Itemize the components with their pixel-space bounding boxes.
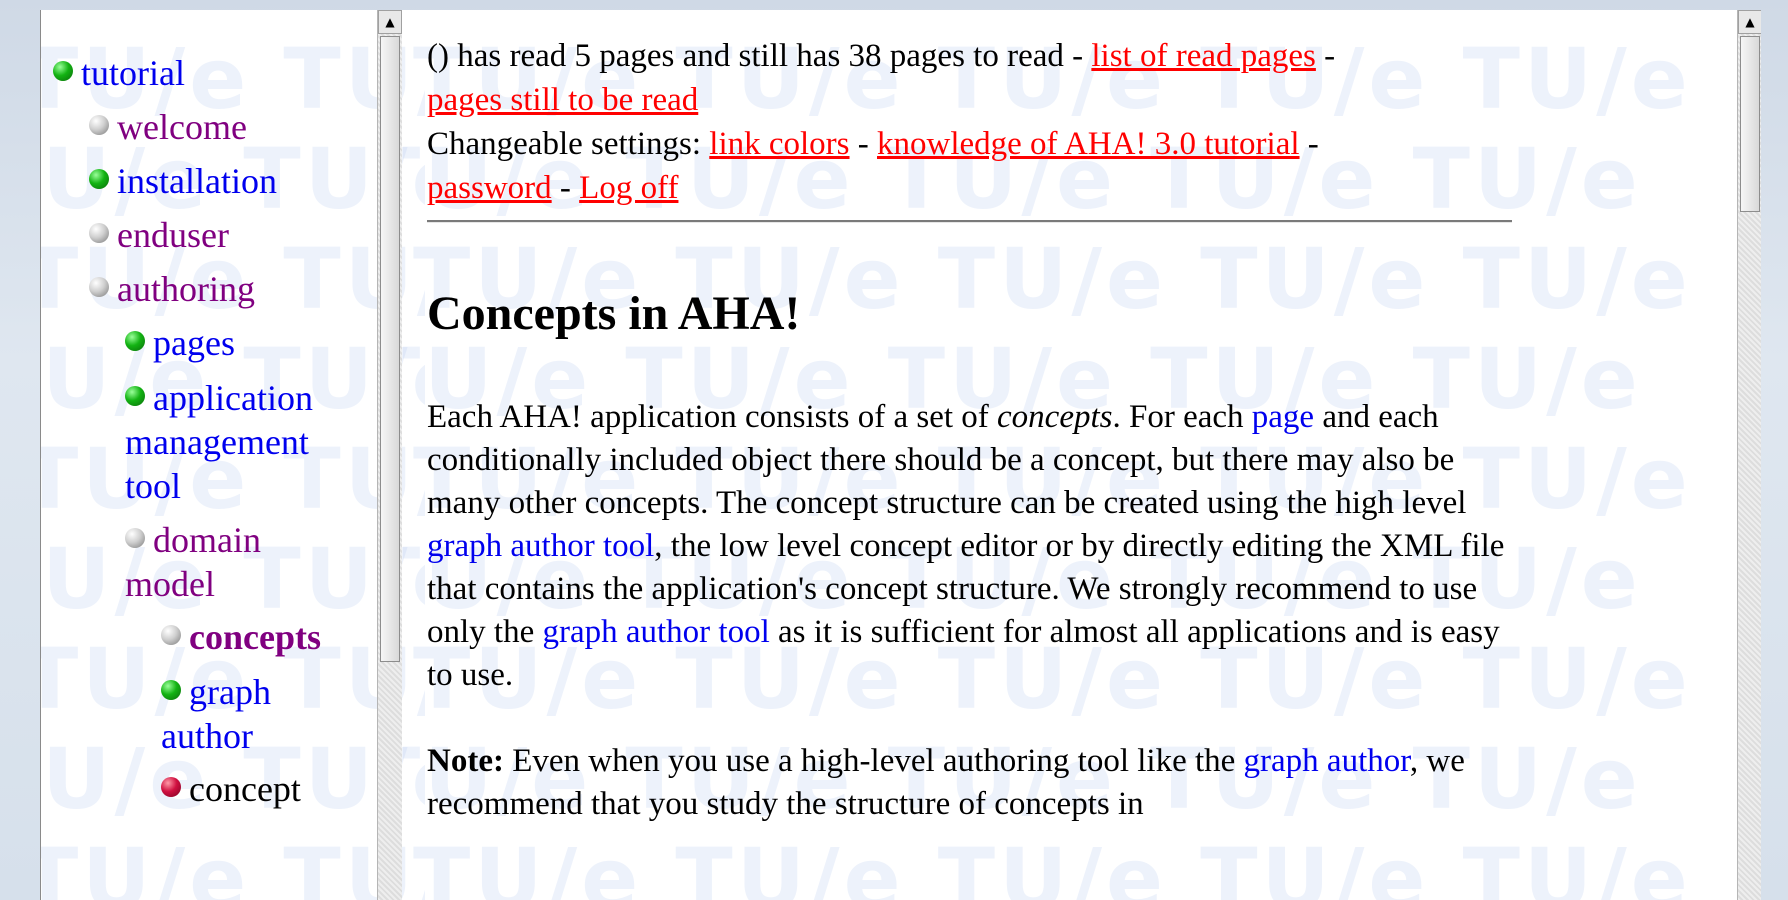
tree-item-welcome[interactable]: welcome <box>89 100 423 154</box>
browser-frame: TU/e TU/e TU/e TU/e TU/e TU/e TU/e TU/e … <box>40 10 1761 900</box>
green-bullet-icon <box>125 386 145 406</box>
tree-item-label: installation <box>117 161 277 201</box>
graph-author-link[interactable]: graph author <box>1244 743 1410 779</box>
separator: - <box>1315 38 1336 74</box>
tree-item-graph-author[interactable]: graph author <box>125 664 321 762</box>
note-paragraph: Note: Even when you use a high-level aut… <box>427 740 1527 826</box>
separator: - <box>551 170 580 206</box>
green-bullet-icon <box>53 61 73 81</box>
tree-item-domain-model[interactable]: domain model <box>89 512 355 610</box>
navigation-pane: TU/e TU/e TU/e TU/e TU/e TU/e TU/e TU/e … <box>41 10 425 900</box>
reading-progress-text: () has read 5 pages and still has 38 pag… <box>427 38 1092 74</box>
note-label: Note: <box>427 743 504 779</box>
scroll-up-arrow-icon[interactable]: ▲ <box>1738 10 1761 34</box>
password-link[interactable]: password <box>427 170 552 206</box>
graph-author-tool-link[interactable]: graph author tool <box>542 614 769 650</box>
graph-author-tool-link[interactable]: graph author tool <box>427 528 654 564</box>
tree-item-label: enduser <box>117 215 229 255</box>
tree-item-label: authoring <box>117 269 255 309</box>
content-scrollbar-thumb[interactable] <box>1740 36 1760 212</box>
nav-scrollbar[interactable]: ▲ <box>377 10 402 900</box>
concept-tree: tutorial welcome installation enduser au… <box>53 46 423 816</box>
tree-item-label: application management tool <box>125 378 313 506</box>
list-of-read-pages-link[interactable]: list of read pages <box>1091 38 1316 74</box>
page-link[interactable]: page <box>1252 399 1314 435</box>
link-colors-link[interactable]: link colors <box>709 126 849 162</box>
tree-item-label: concept <box>189 769 301 809</box>
grey-bullet-icon <box>89 277 109 297</box>
scroll-up-arrow-icon[interactable]: ▲ <box>378 10 402 34</box>
nav-scrollbar-thumb[interactable] <box>380 36 400 662</box>
text-run: Even when you use a high-level authoring… <box>503 743 1244 779</box>
user-status-bar: () has read 5 pages and still has 38 pag… <box>427 34 1527 210</box>
content-pane: TU/e TU/e TU/e TU/e TU/e TU/e TU/e TU/e … <box>403 10 1733 900</box>
grey-bullet-icon <box>125 528 145 548</box>
separator: - <box>1299 126 1319 162</box>
watermark-line: TU/e TU/e TU/e TU/e TU/e <box>413 830 1692 900</box>
tree-item-label: tutorial <box>81 53 185 93</box>
separator: - <box>849 126 878 162</box>
red-bullet-icon <box>161 777 181 797</box>
tree-item-authoring[interactable]: authoring <box>89 262 423 316</box>
text-run: . For each <box>1112 399 1252 435</box>
horizontal-rule <box>427 220 1512 223</box>
grey-bullet-icon <box>89 223 109 243</box>
tree-item-label: domain model <box>125 520 261 604</box>
log-off-link[interactable]: Log off <box>579 170 678 206</box>
page-title: Concepts in AHA! <box>427 287 801 340</box>
grey-bullet-icon <box>89 115 109 135</box>
tree-item-pages[interactable]: pages <box>125 316 385 370</box>
text-run: Each AHA! application consists of a set … <box>427 399 998 435</box>
intro-paragraph: Each AHA! application consists of a set … <box>427 396 1527 697</box>
settings-label: Changeable settings: <box>427 126 710 162</box>
tree-item-label: welcome <box>117 107 247 147</box>
grey-bullet-icon <box>161 625 181 645</box>
green-bullet-icon <box>161 680 181 700</box>
concepts-emphasis: concepts <box>997 399 1113 435</box>
tree-item-label: pages <box>153 323 235 363</box>
tree-item-tutorial[interactable]: tutorial <box>53 46 423 100</box>
pages-still-to-be-read-link[interactable]: pages still to be read <box>427 82 698 118</box>
tree-item-enduser[interactable]: enduser <box>89 208 423 262</box>
green-bullet-icon <box>89 169 109 189</box>
tree-item-label: concepts <box>189 617 321 657</box>
green-bullet-icon <box>125 331 145 351</box>
watermark-line: TU/e TU/e TU/e TU/e TU/e <box>41 830 425 900</box>
tree-item-installation[interactable]: installation <box>89 154 423 208</box>
content-scrollbar[interactable]: ▲ <box>1737 10 1761 900</box>
tree-item-application-management-tool[interactable]: application management tool <box>89 370 355 512</box>
knowledge-link[interactable]: knowledge of AHA! 3.0 tutorial <box>877 126 1300 162</box>
